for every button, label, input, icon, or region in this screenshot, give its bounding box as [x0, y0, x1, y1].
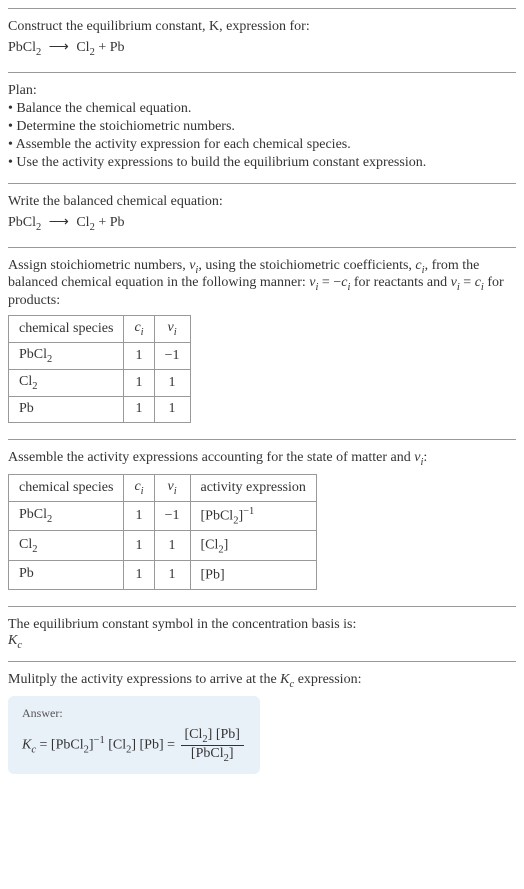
intro-equation: PbCl2 ⟶ Cl2 + Pb: [8, 39, 516, 58]
balanced-equation: PbCl2 ⟶ Cl2 + Pb: [8, 214, 516, 233]
table-header-row: chemical species ci νi: [9, 316, 191, 343]
col-species: chemical species: [9, 475, 124, 502]
balanced-section: Write the balanced chemical equation: Pb…: [8, 183, 516, 247]
symbol-text: The equilibrium constant symbol in the c…: [8, 617, 516, 633]
plan-item: • Balance the chemical equation.: [8, 101, 516, 117]
table-row: Cl2 1 1 [Cl2]: [9, 531, 317, 560]
fraction: [Cl2] [Pb] [PbCl2]: [181, 727, 244, 764]
col-c: ci: [124, 316, 154, 343]
answer-box: Answer: Kc = [PbCl2]−1 [Cl2] [Pb] = [Cl2…: [8, 696, 260, 774]
intro-section: Construct the equilibrium constant, K, e…: [8, 8, 516, 72]
col-activity: activity expression: [190, 475, 316, 502]
table-row: Cl2 1 1: [9, 369, 191, 396]
multiply-section: Mulitply the activity expressions to arr…: [8, 661, 516, 783]
answer-label: Answer:: [22, 706, 246, 721]
balanced-title: Write the balanced chemical equation:: [8, 194, 516, 210]
intro-text: Construct the equilibrium constant, K, e…: [8, 19, 516, 35]
stoich-section: Assign stoichiometric numbers, νi, using…: [8, 247, 516, 440]
symbol-value: Kc: [8, 633, 516, 651]
plan-title: Plan:: [8, 83, 516, 99]
plan-item: • Assemble the activity expression for e…: [8, 137, 516, 153]
answer-expression: Kc = [PbCl2]−1 [Cl2] [Pb] = [Cl2] [Pb] […: [22, 727, 246, 764]
col-nu: νi: [154, 316, 190, 343]
activity-table: chemical species ci νi activity expressi…: [8, 474, 317, 590]
multiply-intro: Mulitply the activity expressions to arr…: [8, 672, 516, 690]
col-nu: νi: [154, 475, 190, 502]
table-header-row: chemical species ci νi activity expressi…: [9, 475, 317, 502]
activity-section: Assemble the activity expressions accoun…: [8, 439, 516, 606]
table-row: Pb 1 1 [Pb]: [9, 560, 317, 589]
stoich-table: chemical species ci νi PbCl2 1 −1 Cl2 1 …: [8, 315, 191, 423]
table-row: Pb 1 1: [9, 396, 191, 423]
col-species: chemical species: [9, 316, 124, 343]
plan-item: • Determine the stoichiometric numbers.: [8, 119, 516, 135]
col-c: ci: [124, 475, 154, 502]
table-row: PbCl2 1 −1: [9, 342, 191, 369]
plan-section: Plan: • Balance the chemical equation. •…: [8, 72, 516, 183]
activity-intro: Assemble the activity expressions accoun…: [8, 450, 516, 468]
plan-item: • Use the activity expressions to build …: [8, 155, 516, 171]
stoich-intro: Assign stoichiometric numbers, νi, using…: [8, 258, 516, 310]
table-row: PbCl2 1 −1 [PbCl2]−1: [9, 501, 317, 530]
symbol-section: The equilibrium constant symbol in the c…: [8, 606, 516, 661]
